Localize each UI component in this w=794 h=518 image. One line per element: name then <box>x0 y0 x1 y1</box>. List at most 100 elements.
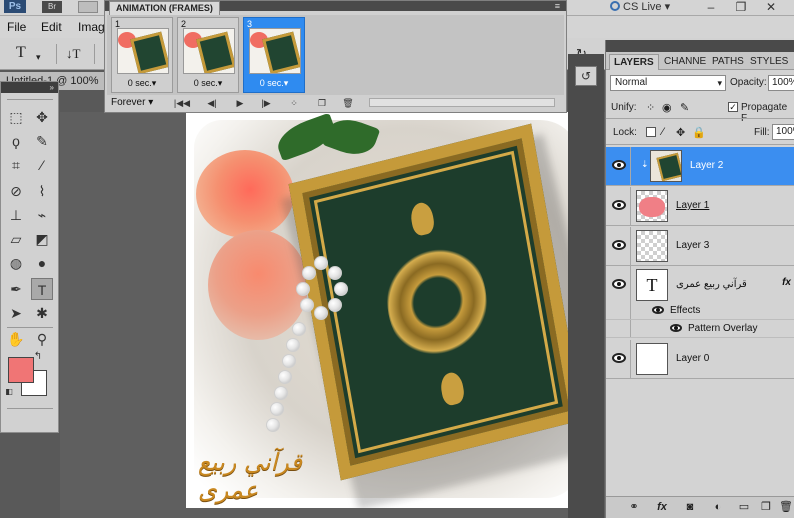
opacity-field[interactable]: 100% <box>768 75 794 91</box>
panel-menu-icon[interactable]: ≡ <box>555 1 560 11</box>
hand-tool-icon[interactable]: ✋ <box>5 328 27 350</box>
link-layers-icon[interactable]: ⚭ <box>626 500 642 515</box>
dodge-tool-icon[interactable]: ● <box>31 252 53 274</box>
lock-all-icon[interactable]: 🔒 <box>692 126 706 139</box>
new-layer-icon[interactable]: ❐ <box>758 500 774 515</box>
duplicate-frame-icon[interactable]: ❐ <box>313 96 331 110</box>
layer-name[interactable]: Layer 2 <box>690 160 723 171</box>
quick-selection-tool-icon[interactable]: ✎ <box>31 130 53 152</box>
history-panel-icon[interactable]: ↺ <box>575 66 597 86</box>
zoom-tool-icon[interactable]: ⚲ <box>31 328 53 350</box>
tween-icon[interactable]: ⁘ <box>285 96 303 110</box>
add-mask-icon[interactable]: ◙ <box>682 500 698 515</box>
frame-delay[interactable]: 0 sec.▾ <box>244 78 304 89</box>
brush-tool-icon[interactable]: ⌇ <box>31 180 53 202</box>
mini-bridge-button[interactable] <box>78 1 98 13</box>
layers-panel-header[interactable] <box>606 40 794 52</box>
visibility-eye-icon[interactable] <box>612 240 626 250</box>
animation-frame-selected[interactable]: 3 0 sec.▾ <box>243 17 305 93</box>
paint-bucket-tool-icon[interactable]: ◩ <box>31 228 53 250</box>
unify-visibility-icon[interactable]: ◉ <box>662 101 672 114</box>
tools-panel-header[interactable]: » <box>1 82 58 93</box>
cs-live-button[interactable]: CS Live ▾ <box>610 0 670 14</box>
foreground-color-swatch[interactable] <box>8 357 34 383</box>
fill-field[interactable]: 100% <box>772 124 794 140</box>
layer-name[interactable]: Layer 0 <box>676 353 709 364</box>
layer-row[interactable]: Layer 0 <box>606 340 794 379</box>
visibility-eye-icon[interactable] <box>670 324 682 332</box>
default-colors-icon[interactable]: ◧ <box>3 386 15 398</box>
pen-tool-icon[interactable]: ✒ <box>5 278 27 300</box>
lock-position-icon[interactable]: ✥ <box>676 126 685 139</box>
blend-mode-select[interactable]: Normal ▾ <box>610 75 726 91</box>
frames-scrollbar[interactable] <box>369 98 555 107</box>
layer-fx-icon[interactable]: fx <box>782 277 791 288</box>
history-brush-tool-icon[interactable]: ⌁ <box>31 204 53 226</box>
text-orientation-icon[interactable]: ↓T <box>66 46 80 62</box>
layer-name[interactable]: قرآني ربيع عمرى <box>676 279 747 290</box>
crop-tool-icon[interactable]: ⌗ <box>5 154 27 176</box>
layer-name[interactable]: Layer 1 <box>676 200 709 211</box>
animation-frame[interactable]: 1 0 sec.▾ <box>111 17 173 93</box>
layer-row[interactable]: T قرآني ربيع عمرى fx <box>606 266 794 305</box>
menu-edit[interactable]: Edit <box>41 20 62 34</box>
adjustment-layer-icon[interactable]: ◐ <box>710 500 726 515</box>
unify-position-icon[interactable]: ⁘ <box>646 101 655 114</box>
propagate-frame-checkbox[interactable]: ✓ <box>728 102 738 112</box>
visibility-eye-icon[interactable] <box>612 353 626 363</box>
first-frame-icon[interactable]: |◀◀ <box>173 96 191 110</box>
type-tool-icon[interactable]: T <box>31 278 53 300</box>
menu-image[interactable]: Imag <box>78 20 105 34</box>
lock-transparency-icon[interactable] <box>646 127 656 137</box>
menu-file[interactable]: File <box>7 20 26 34</box>
new-group-icon[interactable]: ▭ <box>736 500 752 515</box>
type-tool-preset-icon[interactable]: T <box>16 44 26 62</box>
layer-name[interactable]: Layer 3 <box>676 240 709 251</box>
tab-paths[interactable]: PATHS <box>708 54 748 70</box>
animation-frame[interactable]: 2 0 sec.▾ <box>177 17 239 93</box>
loop-options-select[interactable]: Forever ▾ <box>111 96 169 109</box>
delete-frame-icon[interactable]: 🗑 <box>339 96 357 110</box>
blur-tool-icon[interactable]: ◍ <box>5 252 27 274</box>
launch-bridge-button[interactable]: Br <box>42 1 62 13</box>
visibility-eye-icon[interactable] <box>612 200 626 210</box>
effects-row[interactable]: Effects <box>606 302 794 320</box>
layer-row[interactable]: Layer 3 <box>606 227 794 266</box>
visibility-eye-icon[interactable] <box>612 279 626 289</box>
unify-style-icon[interactable]: ✎ <box>680 101 689 114</box>
layers-panel-footer: ⚭ fx ◙ ◐ ▭ ❐ 🗑 <box>606 496 794 518</box>
tab-styles[interactable]: STYLES <box>746 54 792 70</box>
close-icon[interactable]: ✕ <box>760 0 782 14</box>
loop-value: Forever <box>111 97 146 108</box>
chevron-down-icon[interactable]: ▾ <box>36 52 41 63</box>
frame-delay[interactable]: 0 sec.▾ <box>112 78 172 89</box>
previous-frame-icon[interactable]: ◀| <box>203 96 221 110</box>
divider <box>606 144 794 145</box>
effect-row[interactable]: Pattern Overlay <box>606 320 794 338</box>
tab-layers[interactable]: LAYERS <box>609 54 659 70</box>
animation-panel-tab[interactable]: ANIMATION (FRAMES) <box>109 1 220 15</box>
next-frame-icon[interactable]: |▶ <box>257 96 275 110</box>
lasso-tool-icon[interactable]: ϙ <box>5 130 27 152</box>
eyedropper-tool-icon[interactable]: ⁄ <box>31 154 53 176</box>
tab-channels[interactable]: CHANNE <box>660 54 710 70</box>
healing-brush-tool-icon[interactable]: ⊘ <box>5 180 27 202</box>
minimize-icon[interactable]: – <box>700 0 722 14</box>
visibility-eye-icon[interactable] <box>612 160 626 170</box>
marquee-tool-icon[interactable]: ⬚ <box>5 106 27 128</box>
frame-delay[interactable]: 0 sec.▾ <box>178 78 238 89</box>
path-selection-tool-icon[interactable]: ➤ <box>5 302 27 324</box>
restore-icon[interactable]: ❐ <box>730 0 752 14</box>
eraser-tool-icon[interactable]: ▱ <box>5 228 27 250</box>
visibility-eye-icon[interactable] <box>652 306 664 314</box>
custom-shape-tool-icon[interactable]: ✱ <box>31 302 53 324</box>
layer-row[interactable]: Layer 1 <box>606 187 794 226</box>
play-icon[interactable]: ▶ <box>231 96 249 110</box>
layer-row-selected[interactable]: ⇣ Layer 2 <box>606 147 794 186</box>
lock-image-icon[interactable]: ⁄ <box>662 126 664 138</box>
add-style-icon[interactable]: fx <box>654 500 670 515</box>
move-tool-icon[interactable]: ✥ <box>31 106 53 128</box>
delete-layer-icon[interactable]: 🗑 <box>778 500 794 515</box>
document-canvas[interactable]: قرآني ربيع عمرى <box>186 112 587 508</box>
clone-stamp-tool-icon[interactable]: ⊥ <box>5 204 27 226</box>
